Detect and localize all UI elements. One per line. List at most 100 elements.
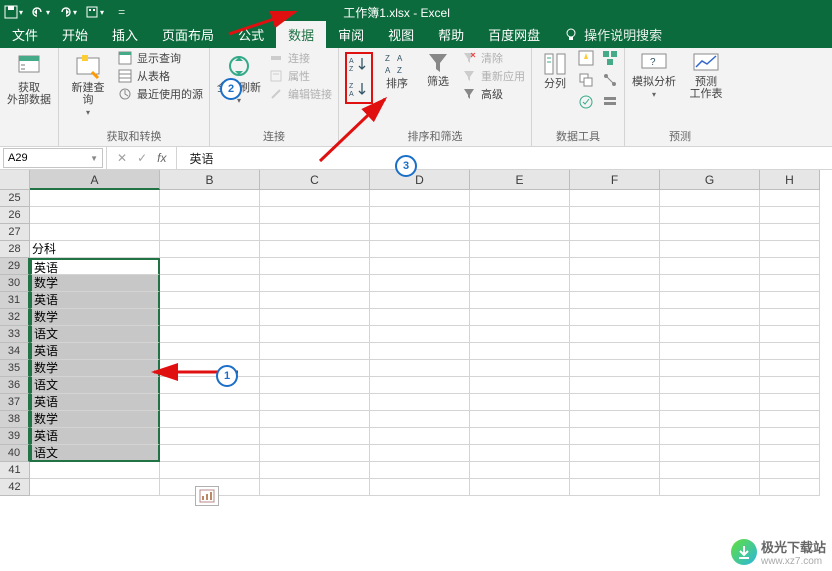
cell[interactable] xyxy=(470,479,570,496)
cell[interactable] xyxy=(160,309,260,326)
cell[interactable] xyxy=(570,411,660,428)
cell[interactable] xyxy=(570,462,660,479)
cell[interactable] xyxy=(570,428,660,445)
cell[interactable] xyxy=(470,377,570,394)
cell[interactable] xyxy=(370,462,470,479)
cell[interactable]: 数学 xyxy=(30,309,160,326)
cell[interactable] xyxy=(760,190,820,207)
cell[interactable] xyxy=(470,343,570,360)
sort-desc-button[interactable]: ZA xyxy=(349,81,369,100)
cell[interactable] xyxy=(760,411,820,428)
cell[interactable] xyxy=(660,258,760,275)
cell[interactable] xyxy=(160,428,260,445)
cell[interactable] xyxy=(160,343,260,360)
cell[interactable]: 语文 xyxy=(30,326,160,343)
cell[interactable] xyxy=(260,224,370,241)
cell[interactable] xyxy=(370,275,470,292)
select-all-corner[interactable] xyxy=(0,170,30,190)
cell[interactable] xyxy=(30,224,160,241)
from-table-button[interactable]: 从表格 xyxy=(117,68,203,84)
cell[interactable] xyxy=(370,428,470,445)
connections-button[interactable]: 连接 xyxy=(268,50,332,66)
cell[interactable] xyxy=(260,479,370,496)
cell[interactable] xyxy=(370,479,470,496)
cell[interactable]: 语文 xyxy=(30,377,160,394)
column-header[interactable]: F xyxy=(570,170,660,190)
cell[interactable] xyxy=(660,292,760,309)
cell[interactable] xyxy=(570,377,660,394)
cell[interactable] xyxy=(160,326,260,343)
get-external-data-button[interactable]: 获取 外部数据 xyxy=(6,50,52,106)
column-header[interactable]: E xyxy=(470,170,570,190)
cell[interactable] xyxy=(160,292,260,309)
cell[interactable] xyxy=(370,292,470,309)
cell[interactable] xyxy=(660,411,760,428)
cell[interactable] xyxy=(660,462,760,479)
cell[interactable]: 英语 xyxy=(30,394,160,411)
column-header[interactable]: H xyxy=(760,170,820,190)
flash-fill-icon[interactable] xyxy=(578,50,594,66)
cell[interactable] xyxy=(370,343,470,360)
cell[interactable] xyxy=(160,224,260,241)
tab-formulas[interactable]: 公式 xyxy=(226,21,276,48)
cell[interactable] xyxy=(470,258,570,275)
fx-icon[interactable]: fx xyxy=(157,151,166,165)
cell[interactable] xyxy=(760,275,820,292)
cell[interactable] xyxy=(160,360,260,377)
cell[interactable] xyxy=(160,258,260,275)
cell[interactable] xyxy=(370,394,470,411)
row-header[interactable]: 26 xyxy=(0,207,30,224)
touch-mode-button[interactable]: ▾ xyxy=(85,5,104,19)
cell[interactable] xyxy=(660,275,760,292)
cell[interactable] xyxy=(570,394,660,411)
cell[interactable] xyxy=(760,258,820,275)
cell[interactable] xyxy=(760,292,820,309)
cell[interactable] xyxy=(570,326,660,343)
cell[interactable] xyxy=(260,462,370,479)
cell[interactable]: 英语 xyxy=(30,292,160,309)
cell[interactable] xyxy=(760,462,820,479)
cell[interactable] xyxy=(760,428,820,445)
cell[interactable] xyxy=(570,479,660,496)
cell[interactable] xyxy=(470,428,570,445)
cell[interactable] xyxy=(660,394,760,411)
cell[interactable] xyxy=(370,326,470,343)
cell[interactable] xyxy=(760,241,820,258)
cell[interactable] xyxy=(370,241,470,258)
cell[interactable] xyxy=(470,224,570,241)
cell[interactable] xyxy=(470,411,570,428)
cell[interactable] xyxy=(760,360,820,377)
cell[interactable] xyxy=(470,309,570,326)
cell[interactable]: 语文 xyxy=(30,445,160,462)
undo-button[interactable]: ▾ xyxy=(31,6,50,18)
tab-help[interactable]: 帮助 xyxy=(426,21,476,48)
cell[interactable] xyxy=(570,309,660,326)
sort-asc-button[interactable]: AZ xyxy=(349,56,369,75)
name-box[interactable]: A29 ▼ xyxy=(3,148,103,168)
cell[interactable]: 数学 xyxy=(30,275,160,292)
cell[interactable] xyxy=(260,343,370,360)
cell[interactable] xyxy=(760,445,820,462)
cell[interactable]: 英语 xyxy=(30,428,160,445)
cell[interactable] xyxy=(760,224,820,241)
cell[interactable] xyxy=(470,241,570,258)
cell[interactable] xyxy=(570,275,660,292)
cell[interactable] xyxy=(370,411,470,428)
cell[interactable] xyxy=(370,258,470,275)
tab-view[interactable]: 视图 xyxy=(376,21,426,48)
redo-button[interactable]: ▾ xyxy=(58,6,77,18)
cell[interactable] xyxy=(260,377,370,394)
column-header[interactable]: G xyxy=(660,170,760,190)
cell[interactable] xyxy=(760,479,820,496)
tab-page-layout[interactable]: 页面布局 xyxy=(150,21,226,48)
sort-dialog-button[interactable]: ZAAZ 排序 xyxy=(379,50,415,90)
cell[interactable] xyxy=(660,224,760,241)
row-header[interactable]: 33 xyxy=(0,326,30,343)
cell[interactable] xyxy=(260,207,370,224)
tab-baidu[interactable]: 百度网盘 xyxy=(476,21,552,48)
cell[interactable] xyxy=(660,241,760,258)
cell[interactable] xyxy=(30,462,160,479)
cell[interactable] xyxy=(30,190,160,207)
formula-input[interactable]: 英语 xyxy=(177,150,832,167)
cell[interactable] xyxy=(570,343,660,360)
